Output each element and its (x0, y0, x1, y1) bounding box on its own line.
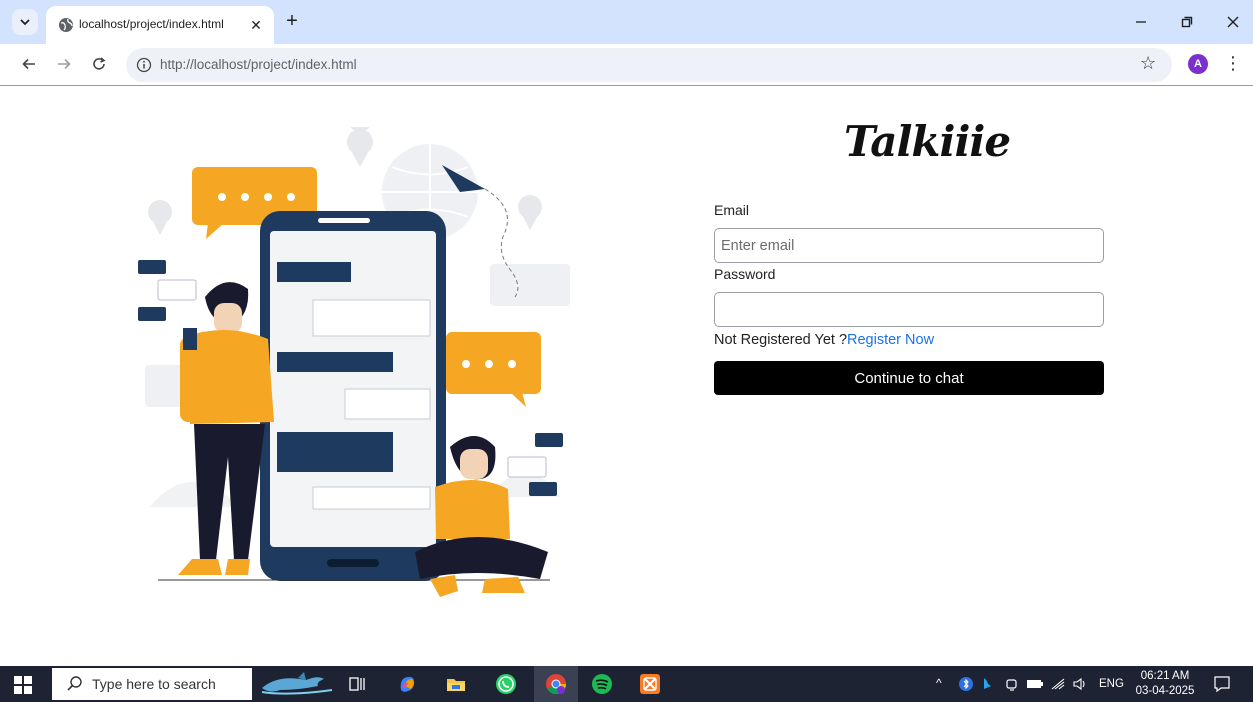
register-line: Not Registered Yet ?Register Now (714, 332, 934, 348)
bookmark-star-icon[interactable]: ☆ (1140, 53, 1156, 74)
new-tab-button[interactable]: + (280, 11, 304, 33)
browser-toolbar: http://localhost/project/index.html ☆ A … (0, 44, 1253, 86)
restore-icon (1181, 16, 1193, 28)
register-now-link[interactable]: Register Now (847, 332, 934, 348)
volume-icon[interactable] (1072, 676, 1088, 692)
arrow-right-icon (58, 58, 71, 70)
close-window-button[interactable] (1218, 10, 1248, 34)
clock-time: 06:21 AM (1140, 670, 1190, 682)
task-view-icon[interactable] (346, 672, 370, 696)
battery-icon[interactable] (1026, 676, 1044, 692)
tab-strip: localhost/project/index.html ✕ + (0, 0, 1253, 44)
password-field[interactable] (714, 292, 1104, 327)
taskbar-search-box[interactable]: Type here to search (52, 668, 252, 700)
url-text: http://localhost/project/index.html (160, 57, 357, 72)
meet-now-icon[interactable] (1004, 676, 1020, 692)
minimize-icon (1136, 21, 1146, 23)
globe-icon (59, 18, 73, 32)
brand-logo: Talkiiie (844, 117, 1011, 166)
xampp-icon[interactable] (638, 672, 662, 696)
file-explorer-icon[interactable] (444, 672, 468, 696)
bluetooth-icon[interactable] (958, 676, 974, 692)
minimize-button[interactable] (1126, 10, 1156, 34)
close-icon (1227, 16, 1239, 28)
dolphin-widget-icon[interactable] (258, 672, 336, 696)
address-bar[interactable]: http://localhost/project/index.html ☆ (126, 48, 1172, 82)
email-label: Email (714, 202, 750, 218)
tab-close-icon[interactable]: ✕ (246, 15, 266, 35)
bing-icon[interactable] (980, 676, 996, 692)
reload-button[interactable] (87, 52, 111, 76)
restore-button[interactable] (1172, 10, 1202, 34)
tab-search-button[interactable] (12, 9, 38, 35)
windows-taskbar: Type here to search ^ ENG 06:21 AM 03-04… (0, 666, 1253, 702)
password-label: Password (714, 266, 776, 282)
search-placeholder: Type here to search (92, 676, 216, 692)
info-icon[interactable] (136, 57, 152, 73)
wifi-icon[interactable] (1050, 676, 1066, 692)
chat-illustration (138, 127, 570, 597)
search-icon (67, 676, 82, 691)
chrome-icon[interactable] (544, 672, 568, 696)
copilot-icon[interactable] (396, 672, 420, 696)
page-content: Talkiiie Email Password Not Registered Y… (0, 87, 1253, 666)
register-prompt: Not Registered Yet ? (714, 332, 848, 348)
spotify-icon[interactable] (590, 672, 614, 696)
forward-button[interactable] (52, 52, 76, 76)
chevron-down-icon (20, 19, 30, 26)
browser-tab[interactable]: localhost/project/index.html ✕ (46, 6, 274, 44)
profile-avatar[interactable]: A (1188, 54, 1208, 74)
arrow-left-icon (22, 58, 35, 70)
continue-to-chat-button[interactable]: Continue to chat (714, 361, 1104, 395)
notification-center-icon[interactable] (1212, 674, 1232, 694)
browser-window: localhost/project/index.html ✕ + http://… (0, 0, 1253, 702)
url-host: http://localhost (160, 57, 248, 72)
email-field[interactable] (714, 228, 1104, 263)
clock-date: 03-04-2025 (1135, 685, 1195, 697)
system-clock[interactable]: 06:21 AM 03-04-2025 (1132, 669, 1198, 699)
whatsapp-icon[interactable] (494, 672, 518, 696)
show-hidden-icons[interactable]: ^ (936, 676, 942, 690)
browser-menu-icon[interactable]: ⋮ (1224, 53, 1242, 75)
tab-title: localhost/project/index.html (79, 17, 224, 31)
url-path: /project/index.html (247, 57, 357, 72)
back-button[interactable] (17, 52, 41, 76)
windows-start-icon[interactable] (14, 676, 32, 694)
reload-icon (93, 57, 106, 70)
language-indicator[interactable]: ENG (1099, 678, 1124, 690)
